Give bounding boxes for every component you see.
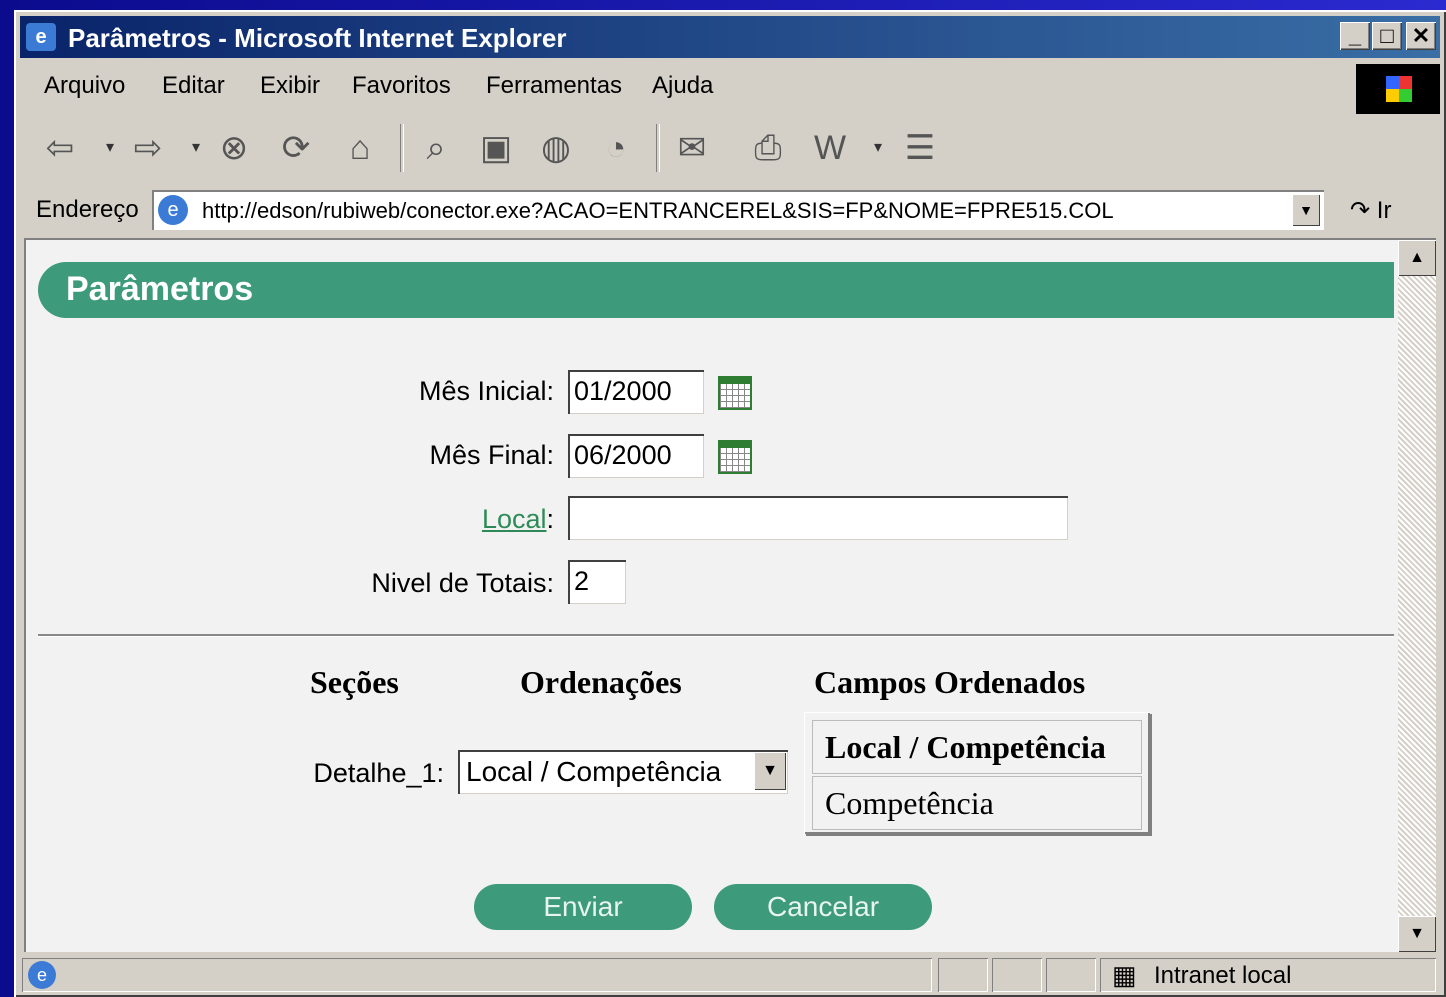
nivel-totais-label: Nivel de Totais: xyxy=(371,568,554,598)
vertical-scrollbar[interactable]: ▲ ▼ xyxy=(1398,240,1436,952)
forward-icon[interactable]: ⇨ xyxy=(126,126,170,170)
discuss-icon[interactable]: ☰ xyxy=(898,126,942,170)
scroll-down-icon[interactable]: ▼ xyxy=(1398,916,1436,952)
address-input[interactable]: e http://edson/rubiweb/conector.exe?ACAO… xyxy=(152,190,1324,230)
mes-inicial-input[interactable]: 01/2000 xyxy=(568,370,704,414)
local-input[interactable] xyxy=(568,496,1068,540)
nivel-totais-input[interactable]: 2 xyxy=(568,560,626,604)
cancelar-button[interactable]: Cancelar xyxy=(714,884,932,930)
local-colon: : xyxy=(546,504,554,534)
home-icon[interactable]: ⌂ xyxy=(338,126,382,170)
go-label: Ir xyxy=(1376,197,1392,224)
back-dropdown-icon[interactable]: ▾ xyxy=(100,126,120,170)
toolbar-separator xyxy=(656,124,660,172)
campos-ordenados-list: Local / Competência Competência xyxy=(804,712,1150,834)
page-icon: e xyxy=(158,195,188,225)
channels-icon[interactable]: ◔ xyxy=(594,126,638,170)
title-bar[interactable]: e Parâmetros - Microsoft Internet Explor… xyxy=(20,16,1440,58)
page-title: Parâmetros xyxy=(66,270,254,308)
intranet-icon: ▦ xyxy=(1112,960,1137,990)
toolbar: ⇦ ▾ ⇨ ▾ ⊗ ⟳ ⌂ ⌕ ▣ ◍ ◔ ✉ ⎙ W ▾ ☰ xyxy=(20,116,1440,182)
ordenacoes-header: Ordenações xyxy=(520,664,682,700)
address-bar: Endereço e http://edson/rubiweb/conector… xyxy=(20,184,1440,236)
mes-final-label: Mês Final: xyxy=(429,440,554,470)
status-main: e xyxy=(22,958,932,992)
enviar-button[interactable]: Enviar xyxy=(474,884,692,930)
menu-exibir[interactable]: Exibir xyxy=(260,72,320,100)
local-label: Local: xyxy=(364,504,554,535)
go-arrow-icon: ↷ xyxy=(1350,197,1371,224)
status-cell xyxy=(938,958,988,992)
menu-editar[interactable]: Editar xyxy=(162,72,225,100)
mail-icon[interactable]: ✉ xyxy=(670,126,714,170)
menu-arquivo[interactable]: Arquivo xyxy=(44,72,125,100)
calendar-icon[interactable] xyxy=(718,440,752,474)
history-icon[interactable]: ◍ xyxy=(534,126,578,170)
detalhe-label: Detalhe_1: xyxy=(313,758,444,788)
chevron-down-icon[interactable]: ▼ xyxy=(754,752,786,790)
windows-logo xyxy=(1356,64,1440,114)
ie-app-icon[interactable]: e xyxy=(26,23,56,51)
forward-dropdown-icon[interactable]: ▾ xyxy=(186,126,206,170)
word-dropdown-icon[interactable]: ▾ xyxy=(868,126,888,170)
campos-ordenados-header: Campos Ordenados xyxy=(814,664,1086,700)
refresh-icon[interactable]: ⟳ xyxy=(274,126,318,170)
calendar-icon[interactable] xyxy=(718,376,752,410)
toolbar-separator xyxy=(400,124,404,172)
status-cell xyxy=(992,958,1042,992)
address-label: Endereço xyxy=(36,196,139,223)
menu-favoritos[interactable]: Favoritos xyxy=(352,72,451,100)
print-icon[interactable]: ⎙ xyxy=(746,126,790,170)
divider xyxy=(38,634,1394,637)
windows-flag-icon xyxy=(1386,76,1412,102)
status-bar: e ▦ Intranet local xyxy=(20,954,1440,994)
status-cell xyxy=(1046,958,1096,992)
page-content: Parâmetros Mês Inicial: 01/2000 Mês Fina… xyxy=(24,238,1436,952)
mes-inicial-label: Mês Inicial: xyxy=(418,376,554,406)
page-banner: Parâmetros xyxy=(38,262,1394,318)
minimize-button[interactable]: _ xyxy=(1340,22,1370,50)
maximize-button[interactable]: □ xyxy=(1372,22,1402,50)
page-status-icon: e xyxy=(28,961,56,989)
address-dropdown-icon[interactable]: ▼ xyxy=(1292,194,1320,226)
window-title: Parâmetros - Microsoft Internet Explorer xyxy=(68,23,567,53)
list-item: Competência xyxy=(812,776,1142,830)
mes-final-input[interactable]: 06/2000 xyxy=(568,434,704,478)
stop-icon[interactable]: ⊗ xyxy=(212,126,256,170)
back-icon[interactable]: ⇦ xyxy=(38,126,82,170)
browser-window: e Parâmetros - Microsoft Internet Explor… xyxy=(14,10,1446,997)
go-button[interactable]: ↷ Ir xyxy=(1350,196,1391,225)
address-url[interactable]: http://edson/rubiweb/conector.exe?ACAO=E… xyxy=(202,198,1114,224)
local-link[interactable]: Local xyxy=(482,504,547,534)
search-icon[interactable]: ⌕ xyxy=(414,126,458,170)
ordenacao-selected: Local / Competência xyxy=(466,756,722,787)
zone-label: Intranet local xyxy=(1154,962,1292,989)
list-item: Local / Competência xyxy=(812,720,1142,774)
word-icon[interactable]: W xyxy=(808,126,852,170)
menu-ajuda[interactable]: Ajuda xyxy=(652,72,713,100)
ordenacao-select[interactable]: Local / Competência ▼ xyxy=(458,750,788,794)
scroll-up-icon[interactable]: ▲ xyxy=(1398,240,1436,276)
menu-ferramentas[interactable]: Ferramentas xyxy=(486,72,622,100)
secoes-header: Seções xyxy=(310,664,399,700)
favorites-icon[interactable]: ▣ xyxy=(474,126,518,170)
menu-bar: Arquivo Editar Exibir Favoritos Ferramen… xyxy=(20,64,1350,106)
close-button[interactable]: ✕ xyxy=(1406,22,1436,50)
